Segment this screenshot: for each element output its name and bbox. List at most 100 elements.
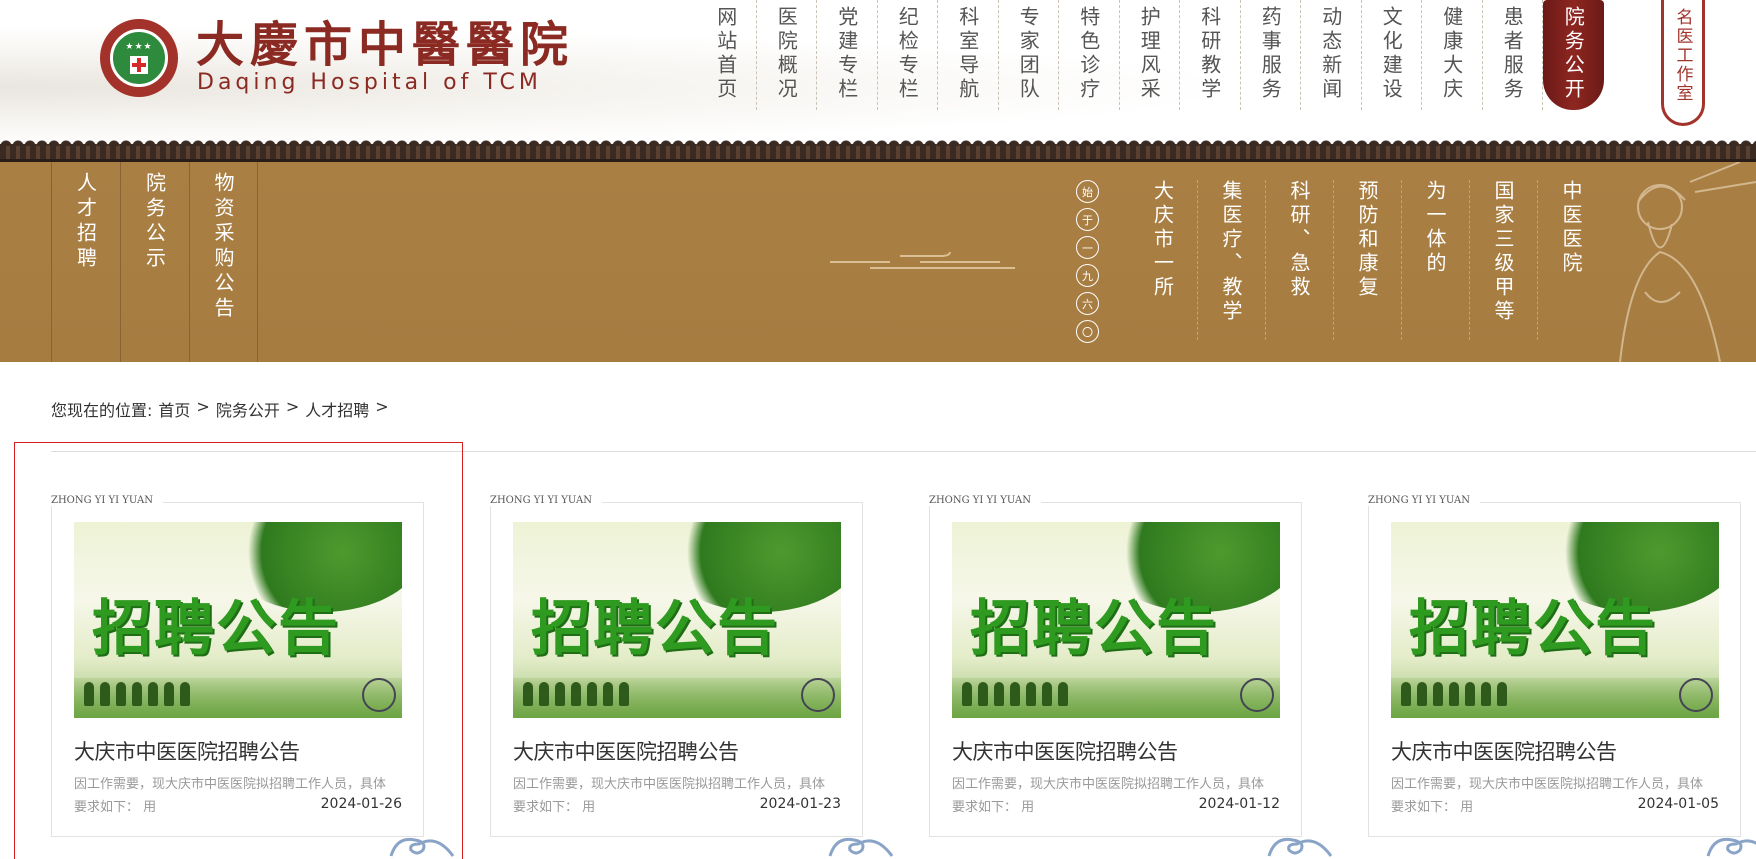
slogan-line: 预防和康复	[1355, 180, 1379, 300]
slogan-line: 为一体的	[1423, 180, 1447, 276]
thumbnail-text: 招聘公告	[531, 594, 779, 664]
breadcrumb-prefix: 您现在的位置:	[51, 401, 153, 420]
year-glyph: 始	[1076, 180, 1099, 203]
card-tag: ZHONG YI YI YUAN	[490, 495, 602, 506]
breadcrumb-home[interactable]: 首页	[158, 397, 190, 421]
subnav-item-recruitment[interactable]: 人才招聘	[51, 162, 120, 362]
nav-label: 特色诊疗	[1076, 6, 1101, 102]
bicycle-icon	[362, 678, 396, 712]
nav-item-news[interactable]: 动态新闻	[1301, 0, 1362, 110]
breadcrumb-separator: >	[285, 397, 300, 416]
year-glyph: 一	[1076, 236, 1099, 259]
card-title[interactable]: 大庆市中医医院招聘公告	[513, 736, 739, 766]
site-header: ★★★ 大慶市中醫醫院 Daqing Hospital of TCM 网站首页 …	[0, 0, 1756, 146]
card-thumbnail[interactable]: 招聘公告	[952, 522, 1280, 718]
news-card-list: ZHONG YI YI YUAN 招聘公告 大庆市中医医院招聘公告 因工作需要，…	[0, 440, 1756, 859]
roof-ornament-divider	[0, 138, 1756, 162]
year-glyph: 六	[1076, 292, 1099, 315]
nav-item-pharmacy[interactable]: 药事服务	[1241, 0, 1301, 110]
nav-item-patient-service[interactable]: 患者服务	[1483, 0, 1543, 110]
thumbnail-text: 招聘公告	[970, 594, 1218, 664]
subnav-label: 物资采购公告	[211, 172, 235, 322]
hospital-logo-icon[interactable]: ★★★	[100, 19, 178, 97]
sage-portrait-illustration	[1619, 162, 1756, 362]
card-title[interactable]: 大庆市中医医院招聘公告	[952, 736, 1178, 766]
cloud-swirl-icon	[828, 837, 894, 857]
slogan-line: 大庆市一所	[1150, 180, 1175, 300]
slogan-line: 中医医院	[1559, 180, 1583, 276]
famous-doctor-studio-button[interactable]: 名医工作室	[1661, 0, 1705, 126]
nav-item-culture[interactable]: 文化建设	[1362, 0, 1422, 110]
breadcrumb-affairs-public[interactable]: 院务公开	[216, 397, 280, 421]
card-date: 2024-01-05	[1637, 796, 1719, 812]
nav-label: 科研教学	[1197, 6, 1222, 102]
cloud-ornament-icon	[830, 251, 1015, 269]
slogan-line: 国家三级甲等	[1491, 180, 1515, 324]
main-nav: 网站首页 医院概况 党建专栏 纪检专栏 科室导航 专家团队 特色诊疗 护理风采 …	[696, 0, 1604, 110]
cloud-swirl-icon	[389, 837, 455, 857]
slogan-line: 科研、急救	[1287, 180, 1311, 300]
nav-label: 患者服务	[1500, 6, 1525, 102]
nav-label: 院务公开	[1561, 6, 1586, 102]
nav-label: 网站首页	[713, 6, 738, 102]
nav-label: 护理风采	[1137, 6, 1162, 102]
news-card[interactable]: ZHONG YI YI YUAN 招聘公告 大庆市中医医院招聘公告 因工作需要，…	[454, 440, 894, 857]
nav-label: 医院概况	[774, 6, 799, 102]
nav-label: 科室导航	[955, 6, 980, 102]
nav-item-departments[interactable]: 科室导航	[938, 0, 999, 110]
card-tag: ZHONG YI YI YUAN	[1368, 495, 1480, 506]
card-thumbnail[interactable]: 招聘公告	[1391, 522, 1719, 718]
card-tag: ZHONG YI YI YUAN	[51, 495, 163, 506]
thumbnail-text: 招聘公告	[92, 594, 340, 664]
nav-item-overview[interactable]: 医院概况	[757, 0, 817, 110]
card-thumbnail[interactable]: 招聘公告	[513, 522, 841, 718]
nav-item-experts[interactable]: 专家团队	[999, 0, 1059, 110]
bicycle-icon	[801, 678, 835, 712]
sub-nav: 人才招聘 院务公示 物资采购公告	[51, 162, 258, 362]
nav-item-nursing[interactable]: 护理风采	[1120, 0, 1180, 110]
founded-year-seal: 始 于 一 九 六 〇	[1076, 180, 1099, 343]
year-glyph: 九	[1076, 264, 1099, 287]
nav-label: 动态新闻	[1318, 6, 1343, 102]
subnav-label: 院务公示	[142, 172, 167, 272]
card-thumbnail[interactable]: 招聘公告	[74, 522, 402, 718]
nav-item-research[interactable]: 科研教学	[1180, 0, 1241, 110]
breadcrumb: 您现在的位置: 首页 > 院务公开 > 人才招聘 >	[51, 397, 389, 421]
logo-title-cn[interactable]: 大慶市中醫醫院	[196, 18, 574, 72]
breadcrumb-recruitment[interactable]: 人才招聘	[305, 397, 369, 421]
year-glyph: 于	[1076, 208, 1099, 231]
subnav-label: 人才招聘	[73, 172, 98, 272]
card-date: 2024-01-23	[759, 796, 841, 812]
nav-label: 专家团队	[1016, 6, 1041, 102]
nav-label: 文化建设	[1379, 6, 1404, 102]
nav-item-health[interactable]: 健康大庆	[1422, 0, 1483, 110]
cloud-swirl-icon	[1706, 837, 1756, 857]
breadcrumb-separator: >	[196, 397, 210, 416]
nav-item-home[interactable]: 网站首页	[696, 0, 757, 110]
bicycle-icon	[1679, 678, 1713, 712]
nav-item-special-treatment[interactable]: 特色诊疗	[1059, 0, 1120, 110]
subnav-item-procurement[interactable]: 物资采购公告	[189, 162, 258, 362]
card-title[interactable]: 大庆市中医医院招聘公告	[74, 736, 300, 766]
bicycle-icon	[1240, 678, 1274, 712]
nav-label: 健康大庆	[1439, 6, 1464, 102]
nav-label: 纪检专栏	[895, 6, 920, 102]
nav-item-affairs-public[interactable]: 院务公开	[1543, 0, 1604, 110]
year-glyph: 〇	[1076, 320, 1099, 343]
cloud-swirl-icon	[1267, 837, 1333, 857]
banner: 人才招聘 院务公示 物资采购公告 始 于 一 九 六 〇 大庆市一所 集医疗、教…	[0, 162, 1756, 362]
news-card[interactable]: ZHONG YI YI YUAN 招聘公告 大庆市中医医院招聘公告 因工作需要，…	[14, 440, 463, 859]
news-card[interactable]: ZHONG YI YI YUAN 招聘公告 大庆市中医医院招聘公告 因工作需要，…	[1332, 440, 1756, 857]
banner-slogan: 大庆市一所 集医疗、教学 科研、急救 预防和康复 为一体的 国家三级甲等 中医医…	[1129, 180, 1605, 340]
card-tag: ZHONG YI YI YUAN	[929, 495, 1041, 506]
nav-item-party[interactable]: 党建专栏	[817, 0, 878, 110]
breadcrumb-separator: >	[375, 397, 389, 416]
stamp-label: 名医工作室	[1672, 8, 1693, 103]
card-title[interactable]: 大庆市中医医院招聘公告	[1391, 736, 1617, 766]
nav-item-discipline[interactable]: 纪检专栏	[878, 0, 938, 110]
nav-label: 党建专栏	[834, 6, 859, 102]
card-date: 2024-01-12	[1198, 796, 1280, 812]
news-card[interactable]: ZHONG YI YI YUAN 招聘公告 大庆市中医医院招聘公告 因工作需要，…	[893, 440, 1333, 857]
subnav-item-announcements[interactable]: 院务公示	[120, 162, 189, 362]
card-date: 2024-01-26	[320, 796, 402, 812]
